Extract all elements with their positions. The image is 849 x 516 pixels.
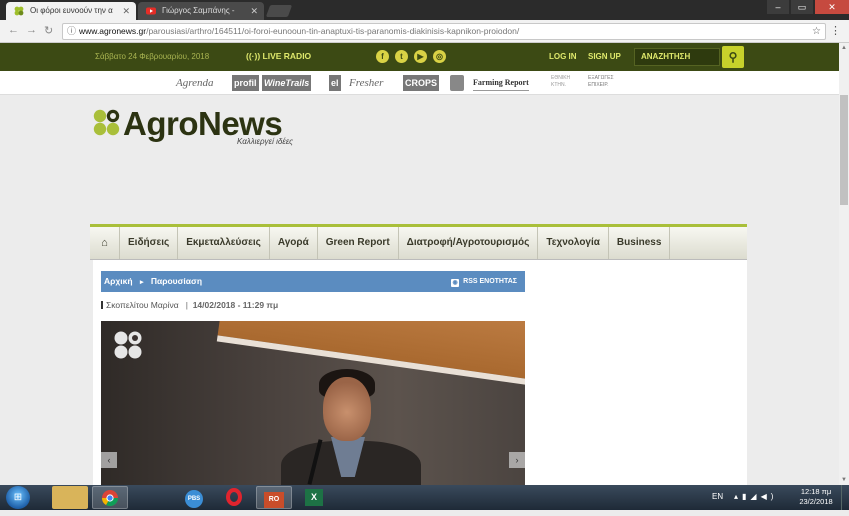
clock-time: 12:18 πμ [800,487,832,496]
tab-title: Οι φόροι ευνοούν την α [30,6,113,15]
social-links: f t ▶ ◎ [376,50,446,63]
scroll-down-icon[interactable]: ▼ [839,475,849,485]
page-body: AgroNews Καλλιεργεί ιδέες ⌂ Ειδήσεις Εκμ… [0,95,839,485]
current-date: Σάββατο 24 Φεβρουαρίου, 2018 [95,52,210,61]
partner-exagoges[interactable]: ΕΞΑΓΩΓΕΣ ΕΠΙΧΕΙΡ. [588,75,620,91]
scroll-thumb[interactable] [840,95,848,205]
language-indicator[interactable]: EN [712,492,723,501]
home-icon[interactable]: ⌂ [90,227,120,259]
clover-logo-icon [93,109,120,136]
partner-crops[interactable]: CROPS [403,75,440,91]
windows-taskbar: ⊞ PBS RO X EN ▴▮◢◀) 12:18 πμ 23/2/2018 [0,485,849,510]
search-input[interactable]: ΑΝΑΖΗΤΗΣΗ [634,48,720,66]
pbs-app-icon[interactable]: PBS [176,486,212,509]
close-tab-icon[interactable]: ✕ [122,2,130,20]
rss-icon: ◉ [451,279,460,287]
scroll-up-icon[interactable]: ▲ [839,43,849,53]
chrome-menu-icon[interactable]: ⋮ [830,24,841,37]
maximize-icon[interactable]: ▭ [791,0,813,14]
minimize-icon[interactable]: – [767,0,789,14]
page-scrollbar[interactable]: ▲ ▼ [839,43,849,485]
search-button[interactable]: ⚲ [722,46,744,68]
breadcrumb-separator-icon: ▸ [139,279,144,286]
nav-technology[interactable]: Τεχνολογία [538,227,609,259]
article-date: 14/02/2018 - 11:29 πμ [192,300,279,310]
article-author[interactable]: Σκοπελίτου Μαρίνα [106,300,179,310]
browser-toolbar: ← → ↻ ⓘ www.agronews.gr/parousiasi/arthr… [0,20,849,43]
browser-tab-youtube[interactable]: Γιώργος Σαμπάνης - ✕ [138,2,264,20]
close-tab-icon[interactable]: ✕ [250,2,258,20]
partner-ethniki[interactable]: ΕΘΝΙΚΗ ΚΤΗΝ. [551,75,579,91]
nav-business[interactable]: Business [609,227,671,259]
partner-fresher[interactable]: Fresher [349,75,383,91]
login-link[interactable]: LOG IN [549,52,577,61]
nav-farms[interactable]: Εκμεταλλεύσεις [178,227,270,259]
browser-tab-strip: Οι φόροι ευνοούν την α ✕ Γιώργος Σαμπάνη… [0,0,849,20]
partner-winetrails[interactable]: WineTrails [262,75,312,91]
site-top-bar: Σάββατο 24 Φεβρουαρίου, 2018 ((·)) LIVE … [0,43,839,71]
youtube-favicon-icon [146,7,156,15]
next-arrow-icon[interactable]: › [509,452,525,468]
partner-q-logo-icon[interactable] [450,75,464,91]
radio-icon: ((·)) [246,51,261,61]
show-desktop-button[interactable] [841,485,849,510]
taskbar-clock[interactable]: 12:18 πμ 23/2/2018 [793,487,839,507]
rss-section-link[interactable]: ◉ RSS ΕΝΟΤΗΤΑΣ [451,271,517,292]
partner-profil[interactable]: profil [232,75,259,91]
close-window-icon[interactable]: ✕ [815,0,849,14]
chrome-logo-icon [101,490,119,507]
tab-title: Γιώργος Σαμπάνης - [162,6,235,15]
info-icon[interactable]: ⓘ [67,24,76,39]
search-icon: ⚲ [728,50,738,64]
prev-arrow-icon[interactable]: ‹ [101,452,117,468]
youtube-icon[interactable]: ▶ [414,50,427,63]
main-navigation: ⌂ Ειδήσεις Εκμεταλλεύσεις Αγορά Green Re… [90,224,747,260]
url-path: /parousiasi/arthro/164511/oi-foroi-eunoo… [146,26,520,36]
browser-tab-active[interactable]: Οι φόροι ευνοούν την α ✕ [6,2,136,20]
partner-el[interactable]: el [329,75,341,91]
breadcrumb-home[interactable]: Αρχική [104,276,133,286]
signup-link[interactable]: SIGN UP [588,52,621,61]
opera-icon[interactable] [216,486,252,509]
article-content: Αρχική ▸ Παρουσίαση ◉ RSS ΕΝΟΤΗΤΑΣ Σκοπελ… [93,260,747,485]
windows-start-icon[interactable]: ⊞ [6,486,30,509]
article-byline: Σκοπελίτου Μαρίνα | 14/02/2018 - 11:29 π… [101,300,278,310]
logo-tagline: Καλλιεργεί ιδέες [237,137,293,146]
instagram-icon[interactable]: ◎ [433,50,446,63]
file-explorer-icon[interactable] [52,486,88,509]
url-domain: www.agronews.gr [79,26,147,36]
twitter-icon[interactable]: t [395,50,408,63]
pdf-reader-icon[interactable] [132,486,168,509]
bookmark-star-icon[interactable]: ☆ [812,24,821,39]
forward-arrow-icon[interactable]: → [26,24,37,36]
partner-logos: Agrenda profil WineTrails el Fresher CRO… [0,71,839,95]
system-tray-icons[interactable]: ▴▮◢◀) [734,492,777,501]
chrome-taskbar-icon[interactable] [92,486,128,509]
address-bar[interactable]: ⓘ www.agronews.gr/parousiasi/arthro/1645… [62,23,826,40]
nav-news[interactable]: Ειδήσεις [120,227,179,259]
new-tab-button[interactable] [265,5,293,17]
nav-green-report[interactable]: Green Report [318,227,399,259]
breadcrumb-section[interactable]: Παρουσίαση [151,276,202,286]
article-photo[interactable]: ‹ › [101,321,525,485]
nav-market[interactable]: Αγορά [270,227,318,259]
back-arrow-icon[interactable]: ← [8,24,19,36]
partner-farming-report[interactable]: Farming Report [473,75,529,91]
breadcrumb: Αρχική ▸ Παρουσίαση ◉ RSS ΕΝΟΤΗΤΑΣ [101,271,525,292]
ro-app-icon[interactable]: RO [256,486,292,509]
facebook-icon[interactable]: f [376,50,389,63]
clock-date: 23/2/2018 [799,497,833,506]
excel-icon[interactable]: X [296,486,332,509]
nav-nutrition-agritourism[interactable]: Διατροφή/Αγροτουρισμός [399,227,539,259]
clover-watermark-icon [114,331,142,359]
reload-icon[interactable]: ↻ [44,24,53,37]
byline-marker-icon [101,301,103,309]
agronews-favicon-icon [14,6,24,16]
window-controls: – ▭ ✕ [765,0,849,16]
partner-agrenda[interactable]: Agrenda [176,75,213,91]
live-radio-link[interactable]: ((·)) LIVE RADIO [246,51,311,61]
